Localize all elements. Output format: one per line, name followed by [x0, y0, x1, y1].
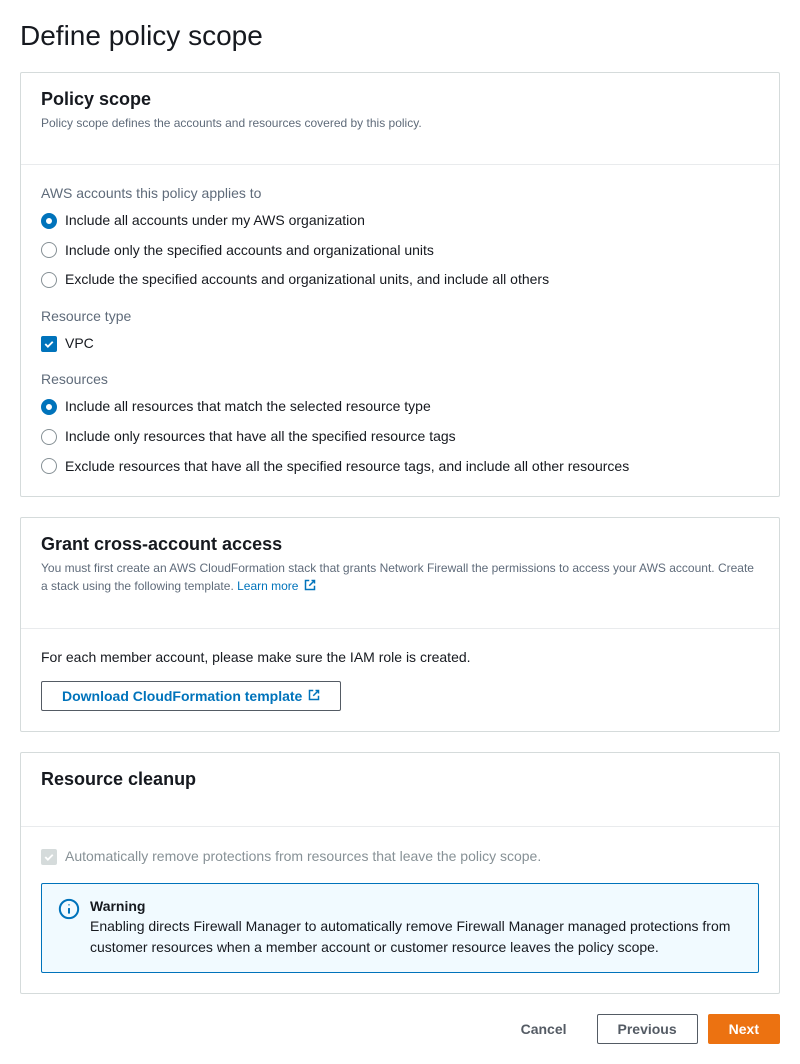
learn-more-link[interactable]: Learn more	[237, 579, 316, 593]
accounts-section-label: AWS accounts this policy applies to	[41, 185, 759, 201]
external-link-icon	[308, 688, 320, 704]
iam-role-info: For each member account, please make sur…	[41, 649, 759, 665]
checkbox-auto-remove[interactable]: Automatically remove protections from re…	[41, 847, 759, 867]
cleanup-title: Resource cleanup	[41, 769, 759, 790]
cross-account-subtitle-text: You must first create an AWS CloudFormat…	[41, 561, 754, 593]
warning-text: Enabling directs Firewall Manager to aut…	[90, 916, 742, 958]
radio-label: Include only resources that have all the…	[65, 427, 456, 447]
radio-label: Include all accounts under my AWS organi…	[65, 211, 365, 231]
warning-alert: Warning Enabling directs Firewall Manage…	[41, 883, 759, 973]
resources-section-label: Resources	[41, 371, 759, 387]
radio-icon	[41, 272, 57, 288]
footer-actions: Cancel Previous Next	[20, 1014, 780, 1044]
radio-include-tagged-resources[interactable]: Include only resources that have all the…	[41, 427, 759, 447]
external-link-icon	[304, 578, 316, 596]
warning-title: Warning	[90, 898, 742, 914]
radio-icon	[41, 242, 57, 258]
resource-type-group: VPC	[41, 334, 759, 354]
radio-label: Exclude the specified accounts and organ…	[65, 270, 549, 290]
cross-account-title: Grant cross-account access	[41, 534, 759, 555]
radio-label: Exclude resources that have all the spec…	[65, 457, 629, 477]
info-icon	[58, 898, 80, 920]
radio-exclude-tagged-resources[interactable]: Exclude resources that have all the spec…	[41, 457, 759, 477]
cross-account-panel: Grant cross-account access You must firs…	[20, 517, 780, 732]
accounts-radio-group: Include all accounts under my AWS organi…	[41, 211, 759, 290]
checkbox-label: VPC	[65, 334, 94, 354]
next-button[interactable]: Next	[708, 1014, 780, 1044]
download-cloudformation-button[interactable]: Download CloudFormation template	[41, 681, 341, 711]
checkbox-icon	[41, 336, 57, 352]
radio-icon	[41, 399, 57, 415]
radio-icon	[41, 213, 57, 229]
page-title: Define policy scope	[20, 20, 780, 52]
resources-radio-group: Include all resources that match the sel…	[41, 397, 759, 476]
radio-label: Include all resources that match the sel…	[65, 397, 431, 417]
radio-icon	[41, 429, 57, 445]
radio-label: Include only the specified accounts and …	[65, 241, 434, 261]
checkbox-vpc[interactable]: VPC	[41, 334, 759, 354]
checkbox-label: Automatically remove protections from re…	[65, 847, 541, 867]
cancel-button[interactable]: Cancel	[501, 1015, 587, 1043]
policy-scope-panel: Policy scope Policy scope defines the ac…	[20, 72, 780, 497]
radio-icon	[41, 458, 57, 474]
radio-exclude-specified-accounts[interactable]: Exclude the specified accounts and organ…	[41, 270, 759, 290]
policy-scope-title: Policy scope	[41, 89, 759, 110]
checkbox-icon	[41, 849, 57, 865]
policy-scope-subtitle: Policy scope defines the accounts and re…	[41, 114, 759, 132]
radio-include-all-accounts[interactable]: Include all accounts under my AWS organi…	[41, 211, 759, 231]
cross-account-subtitle: You must first create an AWS CloudFormat…	[41, 559, 759, 596]
radio-include-all-resources[interactable]: Include all resources that match the sel…	[41, 397, 759, 417]
resource-cleanup-panel: Resource cleanup Automatically remove pr…	[20, 752, 780, 994]
radio-include-specified-accounts[interactable]: Include only the specified accounts and …	[41, 241, 759, 261]
resource-type-label: Resource type	[41, 308, 759, 324]
previous-button[interactable]: Previous	[597, 1014, 698, 1044]
